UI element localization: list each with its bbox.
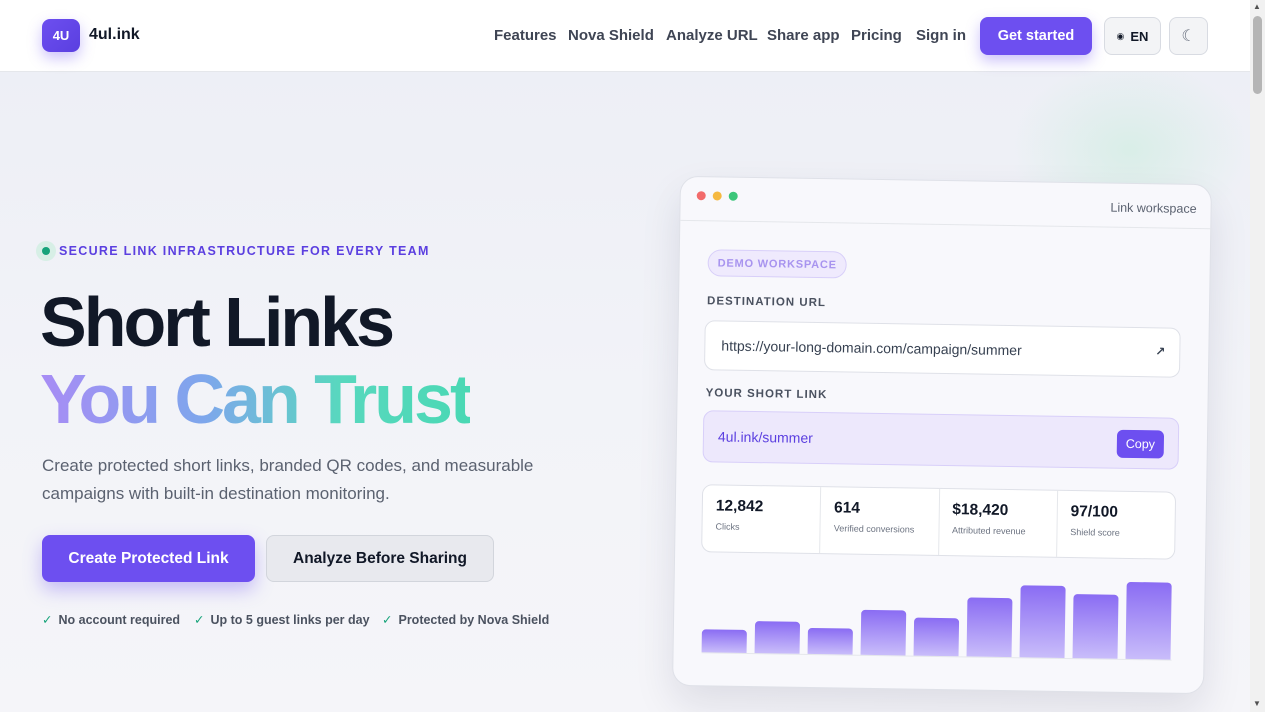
hero-title-line1: Short Links xyxy=(40,283,395,361)
chart-bar xyxy=(1072,594,1119,659)
chart-bar xyxy=(701,629,747,653)
window-minimize-dot-icon xyxy=(712,191,722,201)
check-icon: ✓ xyxy=(194,613,205,627)
status-dot-icon xyxy=(36,241,56,261)
language-selector[interactable]: ◉ EN xyxy=(1104,17,1161,55)
theme-toggle-button[interactable]: ☾ xyxy=(1169,17,1208,55)
window-close-dot-icon xyxy=(696,191,706,201)
brand-name[interactable]: 4ul.ink xyxy=(89,26,140,44)
analyze-before-sharing-button[interactable]: Analyze Before Sharing xyxy=(266,535,494,582)
nav-link-pricing[interactable]: Pricing xyxy=(851,27,902,44)
stat-value: 97/100 xyxy=(1070,503,1119,521)
window-maximize-dot-icon xyxy=(728,191,738,201)
card-titlebar: Link workspace xyxy=(680,176,1211,230)
copy-button[interactable]: Copy xyxy=(1116,429,1165,459)
scrollbar-thumb[interactable] xyxy=(1253,16,1262,94)
eyebrow-text: SECURE LINK INFRASTRUCTURE FOR EVERY TEA… xyxy=(59,244,430,258)
destination-url-value: https://your-long-domain.com/campaign/su… xyxy=(721,337,1022,359)
stat-label: Verified conversions xyxy=(833,523,915,535)
check-icon: ✓ xyxy=(382,613,393,627)
get-started-button[interactable]: Get started xyxy=(980,17,1092,55)
stat-value: 614 xyxy=(833,499,861,517)
perk-no-account: ✓ No account required xyxy=(42,612,180,627)
logo-mark[interactable]: 4U xyxy=(42,19,80,52)
stat-label: Shield score xyxy=(1070,527,1120,538)
stat-value: 12,842 xyxy=(715,497,764,516)
perk-label: No account required xyxy=(58,613,181,627)
chart-bar xyxy=(807,627,853,655)
stat-label: Clicks xyxy=(715,521,740,532)
hero-subtitle: Create protected short links, branded QR… xyxy=(42,456,534,503)
stat-shield-score: 97/100 Shield score xyxy=(1057,491,1175,559)
stat-revenue: $18,420 Attributed revenue xyxy=(938,488,1058,557)
globe-icon: ◉ xyxy=(1116,30,1125,41)
stats-row: 12,842 Clicks 614 Verified conversions $… xyxy=(701,484,1177,560)
short-link-label: YOUR SHORT LINK xyxy=(705,387,828,402)
hero-title-line2: You Can Trust xyxy=(40,360,473,438)
chart-bar xyxy=(966,597,1013,658)
scroll-up-arrow-icon[interactable]: ▲ xyxy=(1253,2,1261,11)
chart-bar xyxy=(913,617,960,657)
destination-url-label: DESTINATION URL xyxy=(706,295,827,310)
top-navbar: 4U 4ul.ink Features Nova Shield Analyze … xyxy=(0,0,1250,72)
check-icon: ✓ xyxy=(42,613,53,627)
create-protected-link-button[interactable]: Create Protected Link xyxy=(42,535,255,582)
nav-link-analyze-url[interactable]: Analyze URL xyxy=(666,27,758,44)
short-link-field[interactable]: 4ul.ink/summer Copy xyxy=(702,410,1180,470)
hero-eyebrow: SECURE LINK INFRASTRUCTURE FOR EVERY TEA… xyxy=(36,241,430,261)
chart-bar xyxy=(754,621,801,654)
perk-label: Up to 5 guest links per day xyxy=(210,613,370,627)
stat-clicks: 12,842 Clicks xyxy=(702,485,822,554)
nav-link-share-app[interactable]: Share app xyxy=(767,27,840,44)
perk-nova-shield: ✓ Protected by Nova Shield xyxy=(382,612,549,627)
chart-bar xyxy=(1125,581,1172,660)
nav-link-features[interactable]: Features xyxy=(494,27,557,44)
stat-label: Attributed revenue xyxy=(951,525,1026,537)
nav-link-sign-in[interactable]: Sign in xyxy=(916,27,966,44)
perk-guest-links: ✓ Up to 5 guest links per day xyxy=(194,612,370,627)
short-link-value: 4ul.ink/summer xyxy=(717,428,813,446)
stat-value: $18,420 xyxy=(952,501,1009,520)
stat-conversions: 614 Verified conversions xyxy=(820,487,940,555)
moon-icon: ☾ xyxy=(1181,28,1196,45)
external-link-icon[interactable]: ↗ xyxy=(1155,344,1165,358)
language-label: EN xyxy=(1130,28,1149,44)
page-scrollbar[interactable]: ▲ ▼ xyxy=(1250,0,1265,712)
demo-workspace-badge: DEMO WORKSPACE xyxy=(707,249,848,279)
nav-link-nova-shield[interactable]: Nova Shield xyxy=(568,27,654,44)
scroll-down-arrow-icon[interactable]: ▼ xyxy=(1253,699,1261,708)
chart-bar xyxy=(860,609,907,656)
perk-label: Protected by Nova Shield xyxy=(398,613,550,627)
link-workspace-card: Link workspace DEMO WORKSPACE DESTINATIO… xyxy=(672,175,1212,695)
chart-bar xyxy=(1019,585,1066,658)
activity-bar-chart xyxy=(701,567,1173,661)
destination-url-field[interactable]: https://your-long-domain.com/campaign/su… xyxy=(703,320,1181,378)
card-title: Link workspace xyxy=(1110,200,1197,216)
